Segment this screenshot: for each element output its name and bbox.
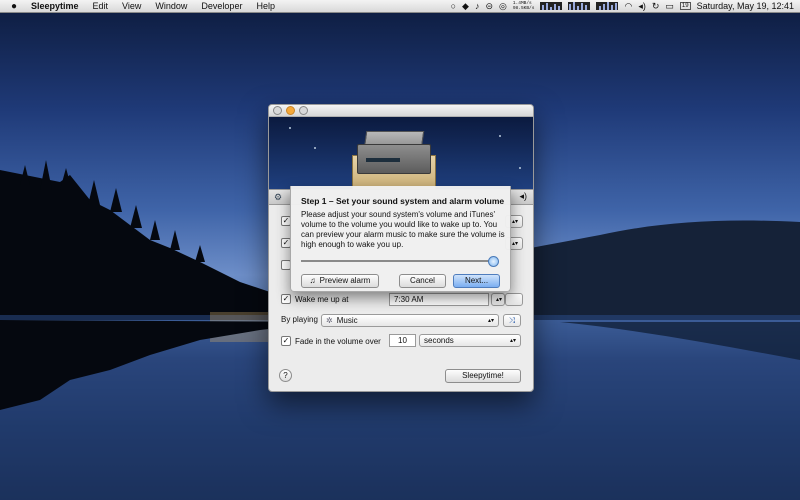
menu-help[interactable]: Help [249, 1, 282, 11]
sleepytime-button[interactable]: Sleepytime! [445, 369, 521, 383]
status-menus: ○ ◆ ♪ ⊝ ◎ 1.4MB/s 98.5KB/s ◠ ◂) ↻ ▭ 19 S… [451, 1, 800, 12]
music-icon[interactable]: ♪ [475, 1, 480, 11]
volume-icon[interactable]: ◂) [638, 1, 646, 12]
next-button[interactable]: Next... [453, 274, 500, 288]
playlist-value: Music [336, 316, 358, 325]
sheet-title: Step 1 – Set your sound system and alarm… [301, 196, 505, 206]
sheet-body: Please adjust your sound system's volume… [301, 210, 505, 249]
menu-bar: ● Sleepytime Edit View Window Developer … [0, 0, 800, 13]
chevron-updown-icon: ▴▾ [487, 318, 494, 324]
shuffle-button[interactable]: ⤨ [503, 314, 521, 327]
menu-window[interactable]: Window [148, 1, 194, 11]
shuffle-icon: ⤨ [508, 315, 516, 325]
menu-edit[interactable]: Edit [86, 1, 116, 11]
volume-slider-fill [301, 260, 493, 262]
calendar-icon[interactable]: 19 [679, 2, 691, 10]
time-machine-icon[interactable]: ↻ [652, 1, 660, 12]
help-button[interactable]: ? [279, 369, 292, 382]
record-icon[interactable]: ⊝ [485, 1, 493, 12]
memory-graph-icon[interactable] [596, 2, 619, 10]
close-button[interactable] [273, 106, 282, 115]
menu-view[interactable]: View [115, 1, 148, 11]
preview-alarm-button[interactable]: ♫ Preview alarm [301, 274, 379, 288]
battery-icon[interactable]: ▭ [665, 1, 674, 12]
net-down-speed: 98.5KB/s [512, 6, 535, 11]
volume-slider[interactable] [301, 256, 499, 267]
wake-time-field[interactable]: 7:30 AM [389, 293, 489, 306]
network-speed[interactable]: 1.4MB/s 98.5KB/s [513, 1, 535, 11]
playlist-gear-icon: ✲ [326, 316, 333, 325]
fade-label: Fade in the volume over [295, 336, 381, 346]
sync-icon[interactable]: ◎ [499, 1, 507, 12]
fade-unit-value: seconds [424, 336, 454, 345]
playlist-popup[interactable]: ✲ Music ▴▾ [321, 314, 499, 327]
zoom-button[interactable] [299, 106, 308, 115]
stereo-receiver-image [357, 144, 431, 174]
fade-checkbox[interactable]: ✓ [281, 336, 291, 346]
spotlight-search-icon[interactable]: ○ [451, 1, 456, 11]
music-note-icon: ♫ [309, 276, 316, 285]
fade-amount-field[interactable]: 10 [389, 334, 416, 347]
fade-unit-popup[interactable]: seconds ▴▾ [419, 334, 521, 347]
menu-app-name[interactable]: Sleepytime [24, 1, 86, 11]
by-playing-label: By playing [281, 315, 318, 324]
preview-alarm-label: Preview alarm [319, 276, 371, 285]
chevron-updown-icon: ▴▾ [509, 338, 516, 344]
menu-developer[interactable]: Developer [194, 1, 249, 11]
setup-sheet: Step 1 – Set your sound system and alarm… [290, 186, 511, 292]
wake-checkbox[interactable]: ✓ [281, 294, 291, 304]
wifi-icon[interactable]: ◠ [624, 1, 632, 12]
playing-row: By playing [281, 315, 318, 324]
window-titlebar[interactable] [269, 105, 533, 117]
apple-menu-icon[interactable]: ● [4, 1, 24, 12]
calendar-button[interactable] [505, 293, 523, 306]
wake-label: Wake me up at [295, 294, 349, 304]
dropbox-icon[interactable]: ◆ [462, 1, 469, 12]
fade-row: ✓ Fade in the volume over [281, 336, 381, 346]
stereo-illustration [269, 117, 533, 189]
wake-time-stepper[interactable]: ▴▾ [491, 293, 505, 306]
network-graph-icon[interactable] [540, 2, 563, 10]
wake-row: ✓ Wake me up at [281, 294, 349, 304]
minimize-button[interactable] [286, 106, 295, 115]
cpu-graph-icon[interactable] [568, 2, 591, 10]
clock-datetime[interactable]: Saturday, May 19, 12:41 [697, 1, 794, 11]
cancel-button[interactable]: Cancel [399, 274, 446, 288]
speaker-icon[interactable]: ◂) [519, 191, 527, 202]
gear-icon[interactable]: ⚙ [274, 192, 284, 202]
volume-slider-knob[interactable] [488, 256, 499, 267]
